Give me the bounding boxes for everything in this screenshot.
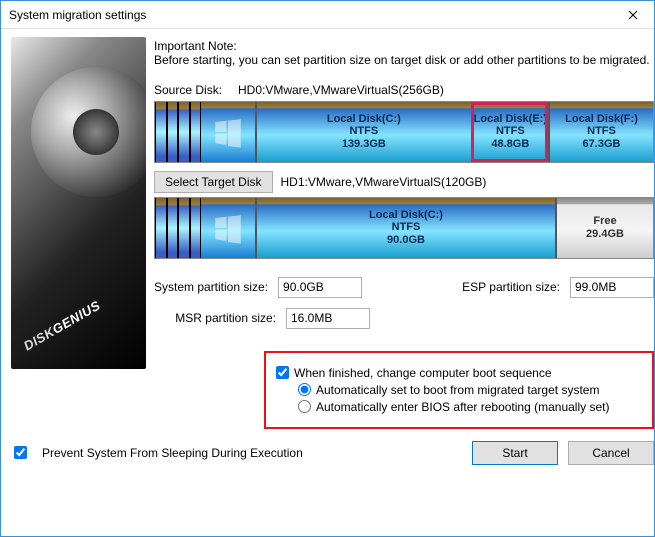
windows-logo-icon: [201, 198, 255, 258]
msr-partition-size-label: MSR partition size:: [154, 311, 276, 325]
note-heading: Important Note:: [154, 39, 654, 53]
change-boot-sequence-checkbox[interactable]: [276, 366, 289, 379]
source-partition-e[interactable]: Local Disk(E:)NTFS48.8GB: [471, 102, 548, 162]
enter-bios-label: Automatically enter BIOS after rebooting…: [316, 400, 609, 414]
cancel-button[interactable]: Cancel: [568, 441, 654, 465]
note-body: Before starting, you can set partition s…: [154, 53, 654, 69]
msr-partition-size-input[interactable]: [286, 308, 370, 329]
boot-sequence-group: When finished, change computer boot sequ…: [264, 351, 654, 429]
system-reserved-strips: [155, 102, 201, 162]
system-partition-size-input[interactable]: [278, 277, 362, 298]
window-title: System migration settings: [9, 8, 146, 22]
target-disk-value: HD1:VMware,VMwareVirtualS(120GB): [281, 175, 487, 189]
system-reserved-strips-target: [155, 198, 201, 258]
titlebar: System migration settings: [1, 1, 654, 29]
windows-logo-icon: [201, 102, 255, 162]
source-disk-bar: Local Disk(C:)NTFS139.3GB Local Disk(E:)…: [154, 101, 654, 163]
target-free-space[interactable]: Free29.4GB: [555, 198, 653, 258]
source-disk-label: Source Disk:: [154, 83, 238, 97]
source-partition-f[interactable]: Local Disk(F:)NTFS67.3GB: [548, 102, 653, 162]
branding-image: DISKGENIUS: [11, 37, 146, 369]
target-partition-c[interactable]: Local Disk(C:)NTFS90.0GB: [255, 198, 555, 258]
change-boot-sequence-label: When finished, change computer boot sequ…: [294, 366, 552, 380]
prevent-sleep-label: Prevent System From Sleeping During Exec…: [42, 446, 303, 460]
esp-partition-size-input[interactable]: [570, 277, 654, 298]
system-partition-size-label: System partition size:: [154, 280, 268, 294]
target-disk-bar: Local Disk(C:)NTFS90.0GB Free29.4GB: [154, 197, 654, 259]
source-partition-c[interactable]: Local Disk(C:)NTFS139.3GB: [255, 102, 471, 162]
esp-partition-size-label: ESP partition size:: [462, 280, 560, 294]
auto-boot-target-radio[interactable]: [298, 383, 311, 396]
start-button[interactable]: Start: [472, 441, 558, 465]
close-button[interactable]: [612, 1, 654, 29]
prevent-sleep-checkbox[interactable]: [14, 446, 27, 459]
source-disk-value: HD0:VMware,VMwareVirtualS(256GB): [238, 83, 444, 97]
auto-boot-target-label: Automatically set to boot from migrated …: [316, 383, 599, 397]
select-target-disk-button[interactable]: Select Target Disk: [154, 171, 273, 193]
enter-bios-radio[interactable]: [298, 400, 311, 413]
close-icon: [628, 10, 638, 20]
